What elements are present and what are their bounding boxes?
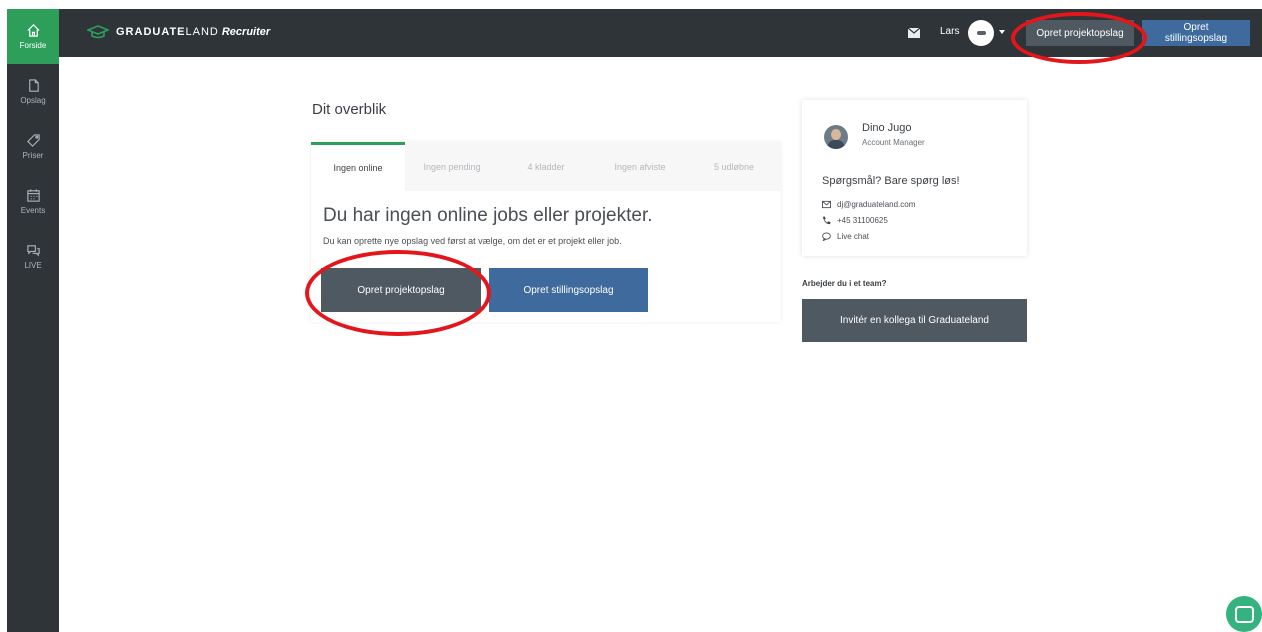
- top-bar: GRADUATELAND Recruiter Lars Opret projek…: [59, 9, 1262, 57]
- invite-colleague-button[interactable]: Invitér en kollega til Graduateland: [802, 299, 1027, 342]
- contact-phone-text: +45 31100625: [837, 216, 888, 225]
- tab-ingen-pending[interactable]: Ingen pending: [405, 142, 499, 191]
- photo-shirt: [827, 140, 845, 149]
- user-name[interactable]: Lars: [940, 26, 959, 37]
- mail-icon[interactable]: [908, 28, 920, 38]
- sidebar-item-label: LIVE: [24, 261, 42, 270]
- chat-icon: [1234, 605, 1254, 623]
- contact-email[interactable]: dj@graduateland.com: [822, 200, 915, 209]
- avatar-logo-icon: [976, 31, 986, 35]
- sidebar-item-priser[interactable]: Priser: [7, 119, 59, 174]
- envelope-icon: [822, 200, 831, 209]
- phone-icon: [822, 216, 831, 225]
- account-manager-card: Dino Jugo Account Manager Spørgsmål? Bar…: [802, 100, 1027, 256]
- empty-state-headline: Du har ingen online jobs eller projekter…: [323, 205, 653, 226]
- tag-icon: [26, 134, 40, 147]
- page-title: Dit overblik: [312, 101, 387, 118]
- sidebar-item-label: Events: [20, 206, 46, 215]
- header-create-project-button[interactable]: Opret projektopslag: [1026, 20, 1134, 46]
- calendar-icon: [26, 189, 40, 202]
- intercom-chat-button[interactable]: [1226, 596, 1262, 632]
- graduateland-logo[interactable]: GRADUATELAND Recruiter: [87, 25, 270, 39]
- sidebar-item-forside[interactable]: Forside: [7, 9, 59, 64]
- contact-live-chat[interactable]: Live chat: [822, 232, 869, 241]
- sidebar-item-label: Priser: [22, 151, 44, 160]
- tab-kladder[interactable]: 4 kladder: [499, 142, 593, 191]
- brand-subtitle: Recruiter: [221, 26, 271, 38]
- sidebar-item-opslag[interactable]: Opslag: [7, 64, 59, 119]
- status-tabs: Ingen online Ingen pending 4 kladder Ing…: [311, 142, 781, 191]
- chat-bubbles-icon: [26, 245, 40, 257]
- chevron-down-icon[interactable]: [999, 30, 1005, 34]
- photo-face: [831, 129, 841, 140]
- graduation-cap-icon: [87, 25, 109, 39]
- create-project-button[interactable]: Opret projektopslag: [321, 268, 481, 312]
- brand-name: GRADUATELAND: [116, 26, 219, 38]
- contact-chat-text: Live chat: [837, 232, 870, 241]
- contact-phone[interactable]: +45 31100625: [822, 216, 888, 225]
- sidebar-item-live[interactable]: LIVE: [7, 229, 59, 284]
- avatar[interactable]: [968, 20, 994, 46]
- contact-email-text: dj@graduateland.com: [837, 200, 916, 209]
- home-icon: [26, 24, 40, 37]
- overview-card: Ingen online Ingen pending 4 kladder Ing…: [311, 142, 781, 322]
- sidebar: Forside Opslag Priser Events LIVE: [7, 9, 59, 632]
- sidebar-item-events[interactable]: Events: [7, 174, 59, 229]
- header-create-job-button[interactable]: Opret stillingsopslag: [1142, 20, 1250, 46]
- tab-ingen-afviste[interactable]: Ingen afviste: [593, 142, 687, 191]
- tab-udlobne[interactable]: 5 udløbne: [687, 142, 781, 191]
- document-icon: [28, 79, 39, 92]
- card-body: Du har ingen online jobs eller projekter…: [311, 191, 781, 246]
- empty-state-description: Du kan oprette nye opslag ved først at v…: [323, 236, 622, 246]
- account-manager-role: Account Manager: [862, 138, 925, 147]
- account-manager-name: Dino Jugo: [862, 122, 912, 134]
- team-label: Arbejder du i et team?: [802, 279, 887, 288]
- tab-ingen-online[interactable]: Ingen online: [311, 142, 405, 191]
- contact-question: Spørgsmål? Bare spørg løs!: [822, 175, 960, 187]
- sidebar-item-label: Opslag: [20, 96, 46, 105]
- account-manager-photo: [824, 125, 848, 149]
- speech-bubble-icon: [822, 232, 831, 241]
- sidebar-item-label: Forside: [19, 41, 47, 50]
- create-job-button[interactable]: Opret stillingsopslag: [489, 268, 648, 312]
